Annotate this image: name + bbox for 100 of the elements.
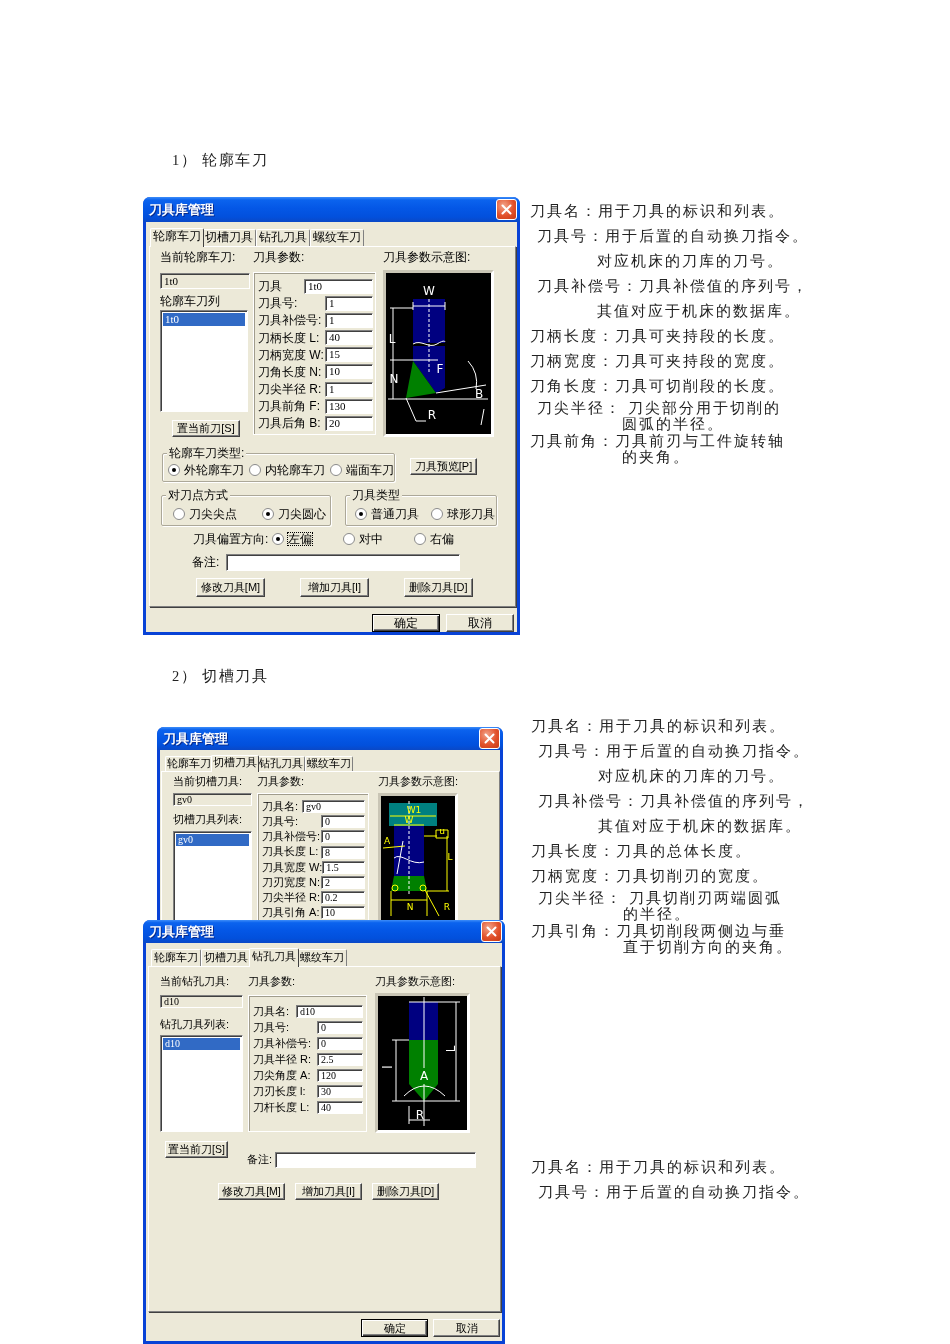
set-current-button[interactable]: 置当前刀[S] [165, 1141, 228, 1158]
delete-tool-button[interactable]: 删除刀具[D] [404, 578, 473, 597]
radio-option[interactable]: 刀尖圆心 [262, 507, 327, 522]
remark-field[interactable] [275, 1152, 477, 1168]
tab[interactable]: 螺纹车刀 [310, 229, 364, 246]
current-tool-label: 当前钻孔刀具: [160, 975, 230, 988]
parameter-field[interactable]: 10 [325, 364, 373, 380]
offset-direction-label: 刀具偏置方向: [193, 531, 269, 547]
parameter-label: 刀具引角 A: [262, 906, 320, 920]
parameter-field[interactable]: 40 [317, 1101, 363, 1114]
current-tool-field[interactable]: 1t0 [160, 273, 250, 289]
parameter-field[interactable]: 20 [325, 415, 373, 431]
modify-tool-button[interactable]: 修改刀具[M] [196, 578, 265, 597]
tool-list[interactable]: gv0 [173, 831, 252, 920]
radio-option[interactable]: 内轮廓车刀 [249, 463, 326, 478]
note-text: 刀具名：用于刀具的标识和列表。 [530, 203, 785, 219]
tool-list[interactable]: 1t0 [160, 310, 248, 412]
close-button[interactable] [479, 728, 500, 749]
cancel-button[interactable]: 取消 [433, 1319, 500, 1337]
diagram-label: 刀具参数示意图: [375, 975, 456, 988]
set-current-button[interactable]: 置当前刀[S] [172, 420, 240, 437]
close-icon [486, 926, 497, 937]
close-icon [501, 204, 512, 215]
parameter-field[interactable]: 0 [321, 830, 365, 844]
dimension-label: N [389, 372, 399, 386]
tab[interactable]: 切槽刀具 [202, 229, 256, 246]
parameter-field[interactable]: d10 [296, 1005, 363, 1018]
parameter-field[interactable]: 0 [321, 815, 365, 829]
radio-option[interactable]: 对中 [343, 531, 385, 547]
parameter-field[interactable]: 15 [325, 347, 373, 363]
close-button[interactable] [481, 921, 502, 942]
parameter-field[interactable]: 2 [321, 875, 365, 889]
radio-option[interactable]: 外轮廓车刀 [168, 463, 245, 478]
tab[interactable]: 轮廓车刀 [150, 228, 204, 247]
note-text: 刀柄宽度：刀具可夹持段的宽度。 [530, 353, 785, 369]
parameter-label: 刀刃长度 l: [253, 1084, 306, 1099]
radio-option[interactable]: 刀尖尖点 [173, 507, 238, 522]
parameter-field[interactable]: 1 [325, 381, 373, 397]
tab[interactable]: 钻孔刀具 [257, 756, 305, 771]
parameter-field[interactable]: 30 [317, 1085, 363, 1098]
current-tool-field[interactable]: gv0 [173, 793, 252, 806]
modify-tool-button[interactable]: 修改刀具[M] [218, 1183, 285, 1200]
dimension-label: A [419, 1069, 429, 1083]
parameter-field[interactable]: 8 [321, 845, 365, 859]
dimension-label: W1 [406, 805, 422, 815]
radio-option[interactable]: 球形刀具 [431, 507, 496, 522]
ok-button[interactable]: 确定 [361, 1319, 428, 1337]
note-text: 刀具补偿号：刀具补偿值的序列号， [537, 278, 809, 294]
parameter-field[interactable]: 1.5 [322, 860, 365, 874]
current-tool-field[interactable]: d10 [160, 995, 243, 1008]
parameter-field[interactable]: 0.2 [321, 891, 365, 905]
note-text: 刀尖半径： 刀尖部分用于切削的 圆弧的半径。 [537, 400, 781, 432]
parameter-label: 刀具宽度 W: [262, 860, 323, 874]
tab[interactable]: 切槽刀具 [211, 755, 259, 772]
parameter-field[interactable]: 1 [325, 296, 373, 312]
preview-button[interactable]: 刀具预览[P] [410, 458, 477, 475]
parameters-label: 刀具参数: [248, 975, 296, 988]
parameter-label: 刀具号: [262, 815, 299, 829]
radio-option[interactable]: 端面车刀 [330, 463, 395, 478]
tab[interactable]: 钻孔刀具 [256, 229, 310, 246]
tool-list-item[interactable]: gv0 [176, 834, 249, 846]
ok-button[interactable]: 确定 [372, 614, 440, 632]
tab[interactable]: 轮廓车刀 [165, 756, 213, 771]
parameter-field[interactable]: 1 [325, 313, 373, 329]
parameter-label: 刀角长度 N: [258, 364, 322, 380]
parameter-label: 刀具前角 F: [258, 398, 320, 414]
note-text: 刀具号：用于后置的自动换刀指令。 [537, 228, 809, 244]
radio-option[interactable]: 左偏 [272, 531, 314, 547]
tool-list-item[interactable]: d10 [163, 1038, 240, 1050]
radio-option[interactable]: 右偏 [414, 531, 456, 547]
parameter-field[interactable]: 0 [317, 1037, 363, 1050]
delete-tool-button[interactable]: 删除刀具[D] [372, 1183, 439, 1200]
parameter-field[interactable]: 10 [321, 906, 365, 920]
add-tool-button[interactable]: 增加刀具[I] [300, 578, 369, 597]
tab[interactable]: 切槽刀具 [201, 949, 251, 966]
radio-option[interactable]: 普通刀具 [355, 507, 420, 522]
tool-list-item[interactable]: 1t0 [163, 313, 245, 327]
add-tool-button[interactable]: 增加刀具[I] [295, 1183, 362, 1200]
note-text: 其值对应于机床的数据库。 [598, 818, 802, 834]
parameter-field[interactable]: gv0 [302, 800, 365, 813]
tab[interactable]: 钻孔刀具 [249, 948, 299, 967]
dimension-label: F [436, 362, 444, 376]
parameter-field[interactable]: 0 [317, 1021, 363, 1034]
note-text: 刀具名：用于刀具的标识和列表。 [531, 1159, 786, 1175]
tool-list[interactable]: d10 [160, 1035, 243, 1132]
parameter-field[interactable]: 2.5 [317, 1053, 363, 1066]
tab[interactable]: 轮廓车刀 [151, 949, 201, 966]
parameter-field[interactable]: 120 [317, 1069, 363, 1082]
tab[interactable]: 螺纹车刀 [305, 756, 353, 771]
parameter-field[interactable]: 40 [325, 330, 373, 346]
close-button[interactable] [496, 199, 517, 220]
note-text: 刀柄宽度：刀具切削刃的宽度。 [531, 868, 769, 884]
parameter-field[interactable]: 1t0 [304, 279, 373, 294]
cancel-button[interactable]: 取消 [446, 614, 514, 632]
tool-list-label: 切槽刀具列表: [173, 813, 243, 826]
remark-field[interactable] [226, 554, 461, 571]
parameter-field[interactable]: 130 [325, 398, 373, 414]
parameter-label: 刀尖半径 R: [258, 381, 322, 397]
tool-list-label: 钻孔刀具列表: [160, 1018, 230, 1031]
tab[interactable]: 螺纹车刀 [297, 949, 347, 966]
